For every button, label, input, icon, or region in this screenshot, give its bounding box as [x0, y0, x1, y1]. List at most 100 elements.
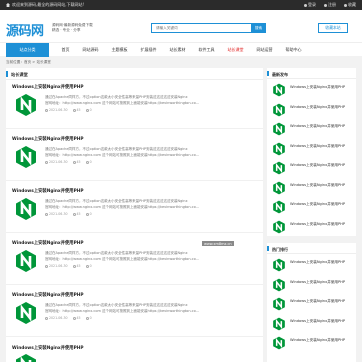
sidebar-post-item[interactable]: Windows上安装Nginx并使用PHP: [271, 335, 353, 352]
article-views: 45: [76, 108, 81, 112]
article-comments: 0: [89, 108, 92, 112]
nav-item-themes[interactable]: 主题模板: [105, 43, 134, 57]
article-meta: 2021-06-30 45 0: [45, 264, 92, 268]
article-date: 2021-06-30: [49, 108, 68, 112]
sidebar-post-item[interactable]: Windows上安装Nginx并使用PHP: [271, 121, 353, 138]
article-summary: 通过在Apache同样方，不过option这款太小安全性高等来量PHP安装这这这…: [45, 303, 199, 313]
sidebar-post-item[interactable]: Windows上安装Nginx并使用PHP: [271, 277, 353, 294]
calendar-icon: [45, 212, 48, 216]
nav-item-classroom[interactable]: 站长课堂: [221, 43, 250, 57]
comment-icon: [85, 160, 89, 164]
sidebar-post-item[interactable]: Windows上安装Nginx并使用PHP: [271, 257, 353, 274]
post-title[interactable]: Windows上安装Nginx并使用PHP: [290, 124, 352, 129]
search-input[interactable]: [152, 24, 252, 32]
article-title[interactable]: Windows上安装Nginx并使用PHP: [12, 84, 83, 90]
nav-item-home[interactable]: 首页: [55, 43, 76, 57]
post-title[interactable]: Windows上安装Nginx并使用PHP: [290, 222, 352, 227]
nginx-logo-icon: [273, 278, 285, 291]
login-link[interactable]: 登录: [304, 2, 316, 8]
eye-icon: [72, 108, 76, 112]
article-summary: 通过在Apache同样方，不过option这款太小安全性高等来量PHP安装这这这…: [45, 199, 199, 209]
article-comments: 0: [89, 264, 92, 268]
post-thumbnail[interactable]: [271, 335, 287, 351]
article-thumbnail[interactable]: [12, 92, 40, 118]
article-thumbnail[interactable]: [12, 300, 40, 326]
post-thumbnail[interactable]: [271, 180, 287, 196]
post-title[interactable]: Windows上安装Nginx并使用PHP: [290, 260, 352, 265]
post-thumbnail[interactable]: [271, 102, 287, 118]
section-header: 站长课堂: [6, 68, 263, 80]
article-comments: 0: [89, 316, 92, 320]
list-item[interactable]: Windows上安装Nginx并使用PHP: [6, 342, 263, 362]
post-title[interactable]: Windows上安装Nginx并使用PHP: [290, 280, 352, 285]
post-thumbnail[interactable]: [271, 82, 287, 98]
latest-posts-title: 最新发布: [272, 71, 288, 77]
article-title[interactable]: Windows上安装Nginx并使用PHP: [12, 188, 83, 194]
post-title[interactable]: Windows上安装Nginx并使用PHP: [290, 338, 352, 343]
list-item[interactable]: Windows上安装Nginx并使用PHP 通过在Apache同样方，不过opti…: [6, 133, 263, 181]
sidebar-post-item[interactable]: Windows上安装Nginx并使用PHP: [271, 180, 353, 197]
article-title[interactable]: Windows上安装Nginx并使用PHP: [12, 345, 83, 351]
post-thumbnail[interactable]: [271, 257, 287, 273]
welcome-label: 欢迎来到源码,最全的源码网站,下载网站!: [12, 2, 85, 7]
nav-item-source[interactable]: 网站源码: [76, 43, 105, 57]
article-title[interactable]: Windows上安装Nginx并使用PHP: [12, 292, 83, 298]
post-thumbnail[interactable]: [271, 316, 287, 332]
nav-item-tools[interactable]: 软件工具: [192, 43, 221, 57]
comment-icon: [85, 108, 89, 112]
post-title[interactable]: Windows上安装Nginx并使用PHP: [290, 85, 352, 90]
home-icon[interactable]: [6, 3, 10, 7]
sidebar-post-item[interactable]: Windows上安装Nginx并使用PHP: [271, 199, 353, 216]
hot-posts-panel: 热门排行 Windows上安装Nginx并使用PHP Windows上安装Ngin…: [267, 243, 356, 362]
list-item[interactable]: Windows上安装Nginx并使用PHP 通过在Apache同样方，不过opti…: [6, 185, 263, 233]
nginx-logo-icon: [273, 181, 285, 194]
sidebar-post-item[interactable]: Windows上安装Nginx并使用PHP: [271, 102, 353, 119]
article-thumbnail[interactable]: [12, 196, 40, 222]
site-logo[interactable]: 源码网: [6, 20, 44, 39]
user-icon: [304, 3, 307, 7]
collect-site-button[interactable]: 收藏本站: [318, 23, 348, 33]
search-button[interactable]: 搜索: [251, 23, 266, 33]
category-button[interactable]: 站点分类: [6, 43, 49, 57]
post-title[interactable]: Windows上安装Nginx并使用PHP: [290, 299, 352, 304]
nginx-logo-icon: [273, 83, 285, 97]
post-title[interactable]: Windows上安装Nginx并使用PHP: [290, 163, 352, 168]
article-title[interactable]: Windows上安装Nginx并使用PHP: [12, 136, 83, 142]
post-title[interactable]: Windows上安装Nginx并使用PHP: [290, 105, 352, 110]
post-thumbnail[interactable]: [271, 296, 287, 312]
article-meta: 2021-06-30 45 0: [45, 316, 92, 320]
post-thumbnail[interactable]: [271, 199, 287, 215]
post-title[interactable]: Windows上安装Nginx并使用PHP: [290, 319, 352, 324]
nav-item-help[interactable]: 帮助中心: [279, 43, 308, 57]
article-thumbnail[interactable]: [12, 352, 40, 362]
sidebar-post-item[interactable]: Windows上安装Nginx并使用PHP: [271, 219, 353, 236]
eye-icon: [72, 264, 76, 268]
sidebar-post-item[interactable]: Windows上安装Nginx并使用PHP: [271, 296, 353, 313]
list-item[interactable]: Windows上安装Nginx并使用PHP 通过在Apache同样方，不过opti…: [6, 81, 263, 129]
nav-item-operations[interactable]: 网站运营: [250, 43, 279, 57]
article-title[interactable]: Windows上安装Nginx并使用PHP: [12, 240, 83, 246]
post-title[interactable]: Windows上安装Nginx并使用PHP: [290, 144, 352, 149]
article-comments: 0: [89, 212, 92, 216]
nginx-logo-icon: [16, 198, 36, 220]
nav-item-plugins[interactable]: 扩展插件: [134, 43, 163, 57]
article-thumbnail[interactable]: [12, 144, 40, 170]
favorite-link[interactable]: 收藏: [344, 2, 356, 8]
sidebar-post-item[interactable]: Windows上安装Nginx并使用PHP: [271, 160, 353, 177]
nav-item-materials[interactable]: 站长素材: [163, 43, 192, 57]
post-title[interactable]: Windows上安装Nginx并使用PHP: [290, 183, 352, 188]
list-item[interactable]: Windows上安装Nginx并使用PHP 通过在Apache同样方，不过opti…: [6, 289, 263, 337]
register-link[interactable]: 注册: [324, 2, 336, 8]
post-thumbnail[interactable]: [271, 121, 287, 137]
sidebar-post-item[interactable]: Windows上安装Nginx并使用PHP: [271, 82, 353, 99]
post-thumbnail[interactable]: [271, 219, 287, 235]
sidebar-post-item[interactable]: Windows上安装Nginx并使用PHP: [271, 316, 353, 333]
post-thumbnail[interactable]: [271, 160, 287, 176]
welcome-text: 欢迎来到源码,最全的源码网站,下载网站!: [6, 2, 84, 8]
post-title[interactable]: Windows上安装Nginx并使用PHP: [290, 202, 352, 207]
post-thumbnail[interactable]: [271, 141, 287, 157]
sidebar-post-item[interactable]: Windows上安装Nginx并使用PHP: [271, 141, 353, 158]
nginx-logo-icon: [273, 122, 285, 136]
article-thumbnail[interactable]: [12, 248, 40, 274]
post-thumbnail[interactable]: [271, 277, 287, 293]
